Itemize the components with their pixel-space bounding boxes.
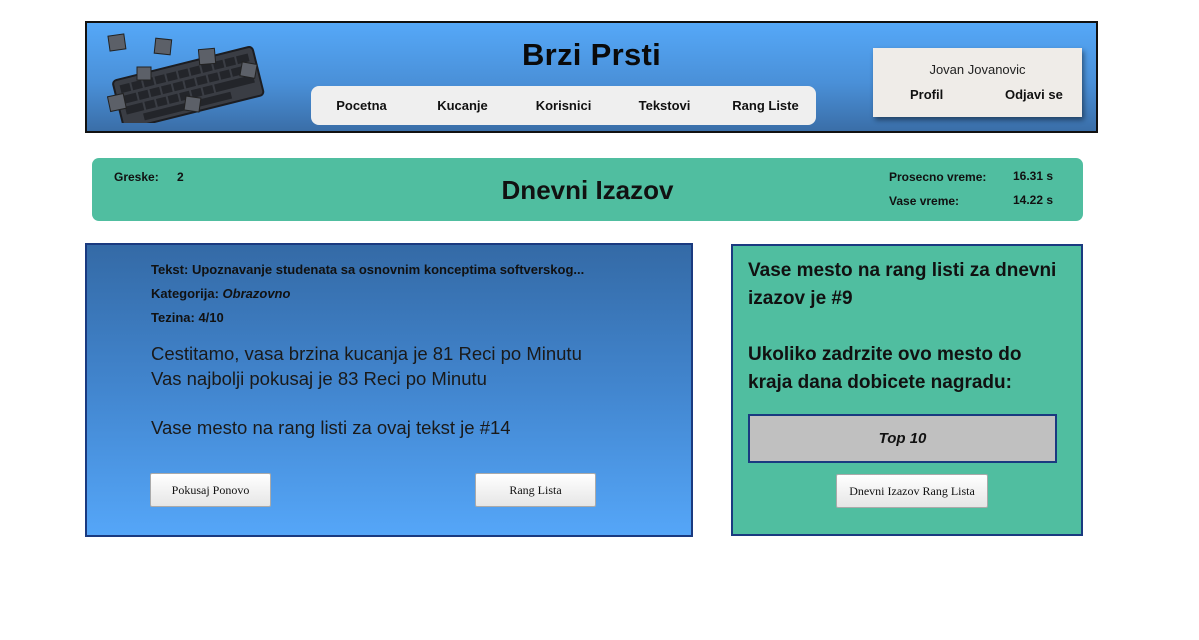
category-label: Kategorija: — [151, 286, 219, 301]
nav-item-tekstovi[interactable]: Tekstovi — [614, 98, 715, 113]
speed-message: Cestitamo, vasa brzina kucanja je 81 Rec… — [151, 343, 582, 364]
reward-text: Ukoliko zadrzite ovo mesto do kraja dana… — [748, 344, 1022, 393]
nav-item-korisnici[interactable]: Korisnici — [513, 98, 614, 113]
main-nav: Pocetna Kucanje Korisnici Tekstovi Rang … — [311, 86, 816, 125]
user-panel: Jovan Jovanovic Profil Odjavi se — [873, 48, 1082, 117]
daily-rank-text: Vase mesto na rang listi za dnevni izazo… — [748, 260, 1057, 309]
avg-time-label: Prosecno vreme: — [889, 170, 987, 184]
logout-link[interactable]: Odjavi se — [1005, 87, 1063, 102]
result-panel: Tekst: Upoznavanje studenata sa osnovnim… — [85, 243, 693, 537]
best-attempt-message: Vas najbolji pokusaj je 83 Reci po Minut… — [151, 368, 487, 389]
daily-rank-panel: Vase mesto na rang listi za dnevni izazo… — [731, 244, 1083, 536]
text-label: Tekst: — [151, 262, 189, 277]
avg-time-value: 16.31 s — [1013, 169, 1054, 183]
site-header: Brzi Prsti Pocetna Kucanje Korisnici Tek… — [85, 21, 1098, 133]
difficulty-label: Tezina: — [151, 310, 195, 325]
daily-leaderboard-button[interactable]: Dnevni Izazov Rang Lista — [836, 474, 988, 508]
difficulty-info: Tezina: 4/10 — [151, 310, 224, 325]
leaderboard-button[interactable]: Rang Lista — [475, 473, 596, 507]
nav-item-kucanje[interactable]: Kucanje — [412, 98, 513, 113]
nav-item-pocetna[interactable]: Pocetna — [311, 98, 412, 113]
profile-link[interactable]: Profil — [910, 87, 943, 102]
text-rank-message: Vase mesto na rang listi za ovaj tekst j… — [151, 417, 511, 438]
category-value: Obrazovno — [222, 286, 291, 301]
text-value: Upoznavanje studenata sa osnovnim koncep… — [191, 262, 585, 277]
text-info: Tekst: Upoznavanje studenata sa osnovnim… — [151, 262, 584, 277]
your-time-value: 14.22 s — [1013, 193, 1054, 207]
reward-tier-box: Top 10 — [748, 414, 1057, 463]
user-name: Jovan Jovanovic — [929, 62, 1026, 77]
nav-item-rang-liste[interactable]: Rang Liste — [715, 98, 816, 113]
category-info: Kategorija: Obrazovno — [151, 286, 290, 301]
challenge-bar: Greske: 2 Dnevni Izazov Prosecno vreme: … — [92, 158, 1083, 221]
retry-button[interactable]: Pokusaj Ponovo — [150, 473, 271, 507]
your-time-label: Vase vreme: — [889, 194, 960, 208]
difficulty-value: 4/10 — [198, 310, 224, 325]
